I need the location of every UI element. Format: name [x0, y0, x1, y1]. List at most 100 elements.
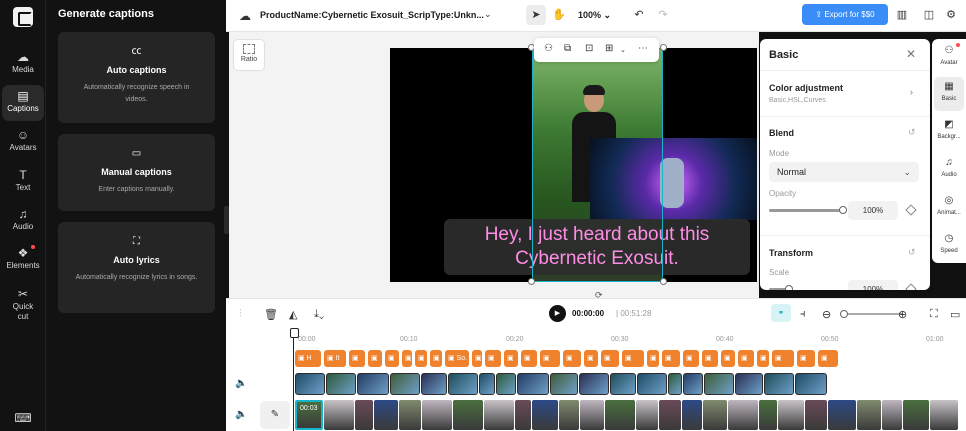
- caption-clip[interactable]: ▣: [521, 350, 537, 367]
- caption-clip[interactable]: ▣: [797, 350, 815, 367]
- caption-clip[interactable]: ▣: [757, 350, 769, 367]
- main-video-clip[interactable]: [930, 400, 958, 430]
- overlay-video-clip[interactable]: [479, 373, 495, 395]
- caption-clip[interactable]: ▣: [563, 350, 581, 367]
- volume-icon[interactable]: 🔈: [235, 378, 247, 389]
- hand-tool-button[interactable]: ✋: [550, 5, 568, 25]
- scale-value-input[interactable]: 100%: [848, 280, 898, 290]
- chevron-right-icon[interactable]: ›: [910, 87, 913, 97]
- caption-clip[interactable]: ▣: [349, 350, 365, 367]
- keyframe-icon[interactable]: [905, 204, 917, 216]
- rail-item-elements[interactable]: ❖ Elements: [2, 242, 44, 278]
- caption-clip[interactable]: ▣: [485, 350, 501, 367]
- main-video-clip[interactable]: [882, 400, 902, 430]
- caption-clip[interactable]: ▣: [415, 350, 427, 367]
- redo-button[interactable]: ↷: [654, 5, 672, 25]
- overlay-video-clip[interactable]: [421, 373, 447, 395]
- resize-handle[interactable]: [660, 44, 667, 51]
- caption-clip[interactable]: ▣: [504, 350, 518, 367]
- split-icon[interactable]: ⫶: [239, 308, 242, 321]
- export-button[interactable]: ⇪ Export for $$0: [802, 4, 888, 25]
- main-video-clip[interactable]: [324, 400, 354, 430]
- caption-clip[interactable]: ▣: [772, 350, 794, 367]
- tab-animation[interactable]: ◎ Animat...: [934, 191, 964, 225]
- auto-snap-button[interactable]: ⚭: [771, 304, 791, 322]
- mirror-icon[interactable]: ◭: [289, 308, 297, 321]
- tab-background[interactable]: ◩ Backgr...: [934, 115, 964, 149]
- overlay-video-clip[interactable]: [517, 373, 549, 395]
- caption-clip[interactable]: ▣: [584, 350, 598, 367]
- overlay-video-clip[interactable]: [326, 373, 356, 395]
- caption-clip[interactable]: ▣ It: [324, 350, 346, 367]
- playhead[interactable]: [290, 328, 299, 431]
- overlay-video-clip[interactable]: [295, 373, 325, 395]
- split-screen-icon[interactable]: ⫞: [800, 308, 806, 321]
- crop-icon[interactable]: ⊡: [585, 43, 593, 54]
- main-video-clip[interactable]: [453, 400, 483, 430]
- rail-item-media[interactable]: ☁ Media: [2, 46, 44, 82]
- color-adjustment-link[interactable]: Color adjustment: [769, 83, 843, 93]
- tab-avatar[interactable]: ⚇ Avatar: [934, 41, 964, 75]
- chevron-down-icon[interactable]: ⌄: [620, 46, 626, 54]
- close-icon[interactable]: ✕: [906, 47, 916, 61]
- resize-handle[interactable]: [660, 278, 667, 285]
- caption-clip[interactable]: ▣: [601, 350, 619, 367]
- chevron-down-icon[interactable]: ⌄: [484, 9, 492, 20]
- opacity-slider[interactable]: [769, 206, 847, 214]
- caption-clip[interactable]: ▣ H: [295, 350, 321, 367]
- caption-clip[interactable]: ▣: [721, 350, 735, 367]
- overlay-video-clip[interactable]: [683, 373, 703, 395]
- caption-clip[interactable]: ▣: [368, 350, 382, 367]
- main-video-clip[interactable]: [422, 400, 452, 430]
- resize-handle[interactable]: [528, 278, 535, 285]
- caption-clip[interactable]: ▣: [683, 350, 699, 367]
- rail-item-text[interactable]: T Text: [2, 164, 44, 200]
- zoom-in-icon[interactable]: ⊕: [898, 308, 907, 321]
- overlay-video-clip[interactable]: [637, 373, 667, 395]
- ratio-button[interactable]: Ratio: [233, 39, 265, 71]
- edit-cover-button[interactable]: ✎: [260, 401, 290, 429]
- rail-item-captions[interactable]: ▤ Captions: [2, 85, 44, 121]
- main-video-clip[interactable]: [659, 400, 681, 430]
- delete-icon[interactable]: 🗑: [264, 308, 278, 321]
- background-icon[interactable]: ⊞: [605, 43, 613, 54]
- main-video-clip[interactable]: [778, 400, 804, 430]
- more-icon[interactable]: ⋯: [638, 43, 648, 54]
- app-logo-icon[interactable]: [13, 7, 33, 27]
- main-video-clip[interactable]: [805, 400, 827, 430]
- reset-icon[interactable]: ↺: [908, 127, 916, 138]
- avatar-replace-icon[interactable]: ⚇: [544, 43, 553, 54]
- main-video-clip[interactable]: [728, 400, 758, 430]
- zoom-out-icon[interactable]: ⊖: [822, 308, 831, 321]
- caption-clip[interactable]: ▣: [622, 350, 644, 367]
- video-preview[interactable]: Hey, I just heard about this Cybernetic …: [390, 44, 757, 285]
- overlay-video-clip[interactable]: [390, 373, 420, 395]
- rail-item-quick-cut[interactable]: ✂ Quick cut: [2, 283, 44, 323]
- main-video-clip[interactable]: [636, 400, 658, 430]
- scale-slider[interactable]: [769, 285, 793, 290]
- opacity-value-input[interactable]: 100%: [848, 201, 898, 220]
- main-video-clip[interactable]: [682, 400, 702, 430]
- fit-icon[interactable]: ⛶: [930, 308, 938, 321]
- main-video-clip[interactable]: [355, 400, 373, 430]
- main-video-clip[interactable]: [828, 400, 856, 430]
- project-title[interactable]: ProductName:Cybernetic Exosuit_ScripType…: [260, 10, 484, 20]
- auto-lyrics-card[interactable]: ⛶ Auto lyrics Automatically recognize ly…: [58, 222, 215, 313]
- storage-icon[interactable]: ▥: [895, 5, 909, 25]
- caption-clip[interactable]: ▣: [738, 350, 754, 367]
- caption-clip[interactable]: ▣: [430, 350, 442, 367]
- volume-icon[interactable]: 🔈: [235, 409, 247, 420]
- caption-clip[interactable]: ▣: [472, 350, 482, 367]
- overlay-video-clip[interactable]: [357, 373, 389, 395]
- caption-clip[interactable]: ▣: [818, 350, 838, 367]
- overlay-video-clip[interactable]: [668, 373, 682, 395]
- overlay-video-clip[interactable]: [448, 373, 478, 395]
- zoom-select[interactable]: 100% ⌄: [578, 10, 611, 21]
- overlay-video-clip[interactable]: [795, 373, 827, 395]
- main-video-clip[interactable]: [374, 400, 398, 430]
- reset-icon[interactable]: ↺: [908, 247, 916, 258]
- overlay-video-clip[interactable]: [704, 373, 734, 395]
- main-video-clip[interactable]: [532, 400, 558, 430]
- main-video-clip[interactable]: 00:03: [295, 400, 323, 430]
- caption-clip[interactable]: ▣: [662, 350, 680, 367]
